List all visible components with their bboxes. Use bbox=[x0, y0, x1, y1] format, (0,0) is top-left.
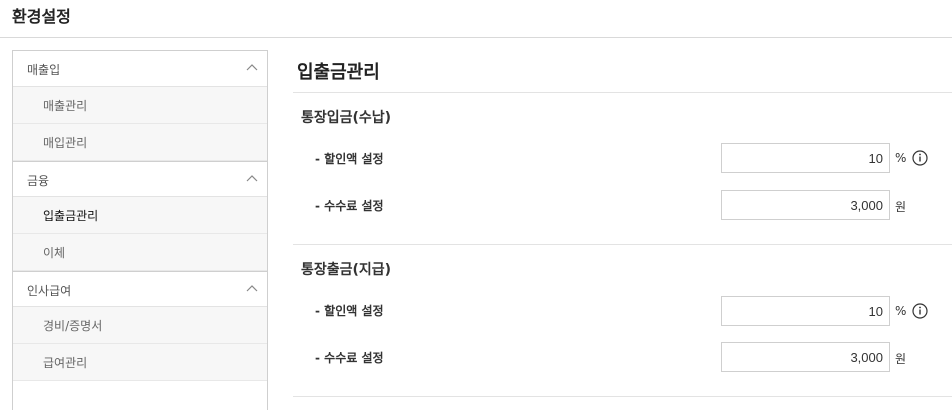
main-title: 입출금관리 bbox=[297, 62, 380, 83]
divider bbox=[293, 92, 952, 93]
page-title: 환경설정 bbox=[12, 7, 71, 26]
field-label-fee: - 수수료 설정 bbox=[315, 351, 384, 365]
chevron-up-icon bbox=[246, 175, 258, 182]
unit-label: 원 bbox=[895, 352, 907, 366]
chevron-up-icon bbox=[246, 285, 258, 292]
deposit-discount-input[interactable] bbox=[721, 143, 890, 173]
sidebar-item-label: 매출관리 bbox=[43, 99, 88, 113]
sidebar-nav: 매출입 매출관리 매입관리 금융 입출금관리 이체 인사급여 경비/증명서 급여… bbox=[12, 50, 268, 410]
field-label-discount: - 할인액 설정 bbox=[315, 152, 384, 166]
info-icon[interactable] bbox=[912, 150, 928, 166]
sidebar-item-label: 급여관리 bbox=[43, 356, 88, 370]
withdrawal-discount-input[interactable] bbox=[721, 296, 890, 326]
unit-label: % bbox=[895, 151, 907, 165]
sidebar-item-label: 이체 bbox=[43, 246, 66, 260]
info-icon[interactable] bbox=[912, 303, 928, 319]
sidebar-item-expense-receipts[interactable]: 경비/증명서 bbox=[13, 307, 267, 344]
section-title-deposit: 통장입금(수납) bbox=[301, 110, 392, 126]
unit-label: 원 bbox=[895, 200, 907, 214]
deposit-fee-input[interactable] bbox=[721, 190, 890, 220]
sidebar-group-sales: 매출입 매출관리 매입관리 bbox=[13, 51, 267, 161]
field-label-discount: - 할인액 설정 bbox=[315, 304, 384, 318]
sidebar-item-deposit-withdrawal[interactable]: 입출금관리 bbox=[13, 197, 267, 234]
sidebar-item-purchase-management[interactable]: 매입관리 bbox=[13, 124, 267, 161]
chevron-up-icon bbox=[246, 64, 258, 71]
page-header: 환경설정 bbox=[0, 0, 952, 38]
field-label-fee: - 수수료 설정 bbox=[315, 199, 384, 213]
sidebar-group-finance: 금융 입출금관리 이체 bbox=[13, 161, 267, 271]
sidebar-group-header-finance[interactable]: 금융 bbox=[13, 161, 267, 197]
sidebar-item-label: 경비/증명서 bbox=[43, 319, 103, 333]
sidebar-group-header-sales[interactable]: 매출입 bbox=[13, 51, 267, 87]
sidebar-group-header-payroll[interactable]: 인사급여 bbox=[13, 271, 267, 307]
divider bbox=[293, 396, 952, 397]
sidebar-group-label: 매출입 bbox=[27, 63, 61, 77]
sidebar-group-label: 인사급여 bbox=[27, 284, 72, 298]
sidebar-item-label: 입출금관리 bbox=[43, 209, 99, 223]
sidebar-item-payroll-management[interactable]: 급여관리 bbox=[13, 344, 267, 381]
divider bbox=[293, 244, 952, 245]
sidebar-group-label: 금융 bbox=[27, 174, 50, 188]
sidebar-item-sales-management[interactable]: 매출관리 bbox=[13, 87, 267, 124]
sidebar-item-label: 매입관리 bbox=[43, 136, 88, 150]
unit-label: % bbox=[895, 304, 907, 318]
main-panel: 입출금관리 통장입금(수납) - 할인액 설정 % - 수수료 설정 원 통장출… bbox=[293, 50, 952, 403]
section-title-withdrawal: 통장출금(지급) bbox=[301, 262, 392, 278]
sidebar-group-payroll: 인사급여 경비/증명서 급여관리 bbox=[13, 271, 267, 381]
withdrawal-fee-input[interactable] bbox=[721, 342, 890, 372]
sidebar-item-transfer[interactable]: 이체 bbox=[13, 234, 267, 271]
